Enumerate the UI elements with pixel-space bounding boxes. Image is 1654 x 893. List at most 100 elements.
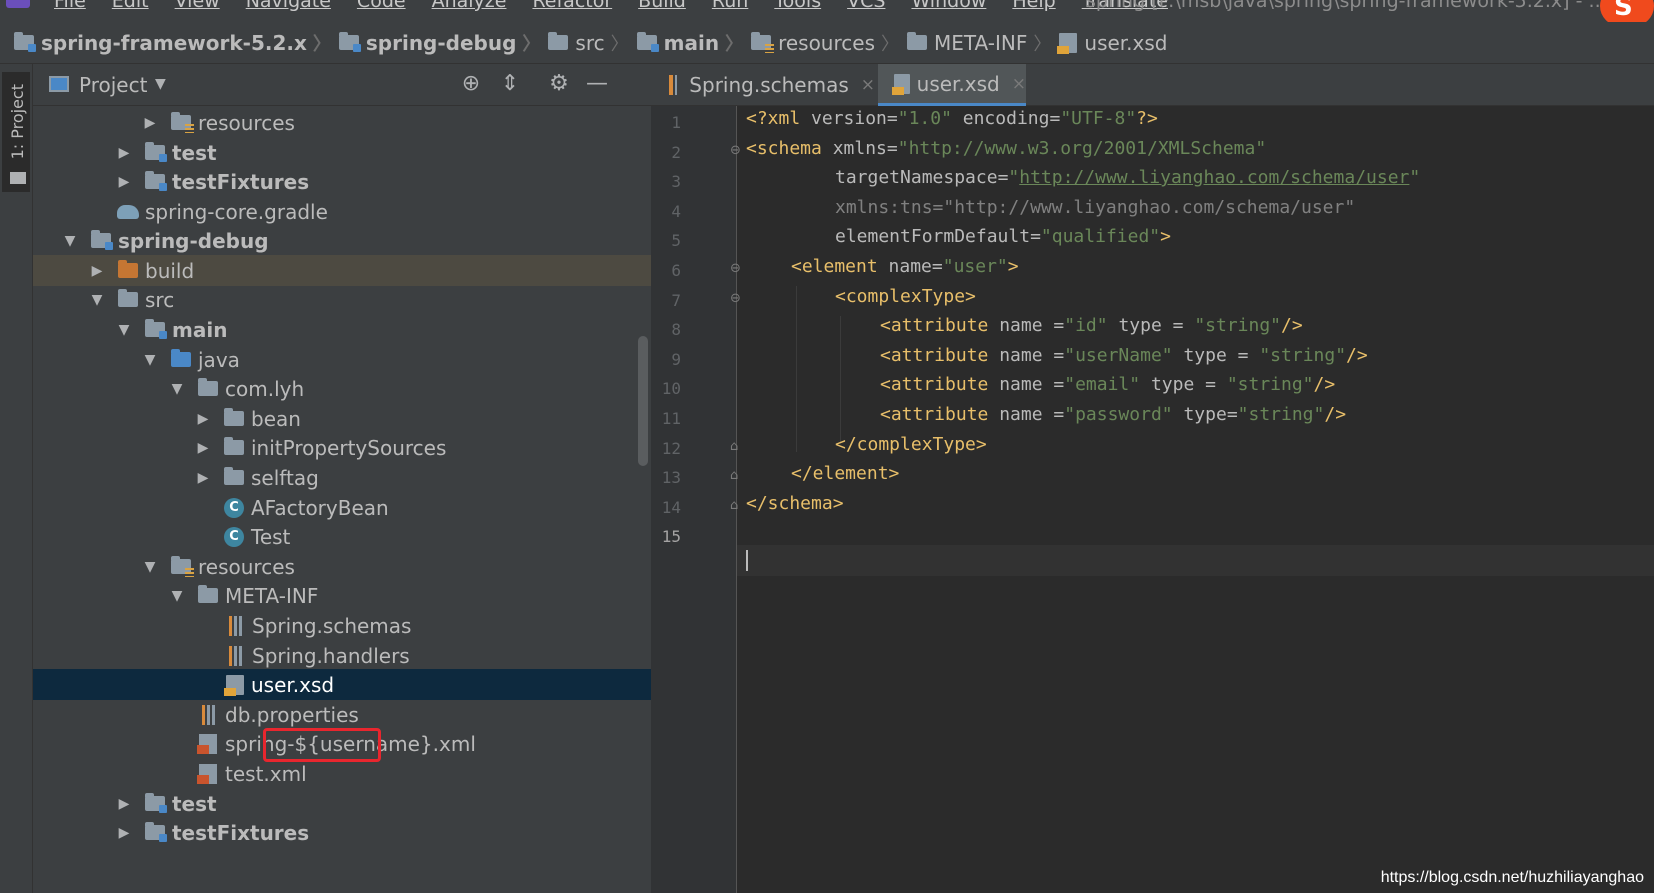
collapse-arrow-icon[interactable]: ▼ [170, 588, 184, 604]
gear-icon[interactable]: ⚙ [547, 72, 571, 96]
expand-arrow-icon[interactable]: ▶ [90, 263, 104, 279]
fold-end-marker-icon[interactable]: ⌂ [730, 499, 742, 513]
chevron-right-icon: 〉 [610, 33, 629, 55]
tree-item-resources[interactable]: ▶ resources [33, 107, 651, 138]
fold-end-marker-icon[interactable]: ⌂ [730, 440, 742, 454]
line-number: 4 [671, 202, 681, 221]
tree-item-afactorybean[interactable]: C AFactoryBean [33, 492, 651, 523]
code-line-12[interactable]: </complexType> [835, 429, 987, 460]
fold-marker-icon[interactable]: ⊖ [730, 262, 742, 276]
close-icon[interactable]: × [861, 75, 875, 95]
code-line-10[interactable]: <attribute name ="email" type = "string"… [880, 369, 1335, 400]
menu-code[interactable]: Code [357, 0, 406, 12]
tree-scrollbar[interactable] [638, 336, 648, 466]
package-icon [224, 408, 244, 426]
tree-item-spring-debug[interactable]: ▼ spring-debug [33, 225, 651, 256]
breadcrumb-item[interactable]: META-INF 〉 [907, 30, 1059, 56]
expand-arrow-icon[interactable]: ▶ [196, 440, 210, 456]
tab-user-xsd[interactable]: user.xsd × [878, 64, 1026, 106]
code-line-14[interactable]: </schema> [746, 488, 844, 519]
menu-view[interactable]: View [175, 0, 220, 12]
menu-help[interactable]: Help [1012, 0, 1055, 12]
tree-item-selftag[interactable]: ▶ selftag [33, 462, 651, 493]
menu-analyze[interactable]: Analyze [432, 0, 507, 12]
menu-window[interactable]: Window [911, 0, 986, 12]
collapse-arrow-icon[interactable]: ▼ [63, 233, 77, 249]
expand-arrow-icon[interactable]: ▶ [117, 796, 131, 812]
close-icon[interactable]: × [1012, 74, 1026, 94]
breadcrumb-item[interactable]: resources 〉 [751, 30, 907, 56]
tree-item-spring-schemas[interactable]: Spring.schemas [33, 610, 651, 641]
expand-arrow-icon[interactable]: ▶ [117, 174, 131, 190]
tree-item-initpropertysources[interactable]: ▶ initPropertySources [33, 432, 651, 463]
code-line-9[interactable]: <attribute name ="userName" type = "stri… [880, 340, 1368, 371]
menu-refactor[interactable]: Refactor [532, 0, 612, 12]
tree-item-testfixtures[interactable]: ▶ testFixtures [33, 166, 651, 197]
caret-down-icon[interactable]: ▼ [155, 76, 166, 92]
tree-item-db-properties[interactable]: db.properties [33, 699, 651, 730]
code-line-11[interactable]: <attribute name ="password" type="string… [880, 399, 1346, 430]
menu-run[interactable]: Run [712, 0, 748, 12]
collapse-arrow-icon[interactable]: ▼ [117, 322, 131, 338]
tree-item-testfixtures-module[interactable]: ▶ testFixtures [33, 817, 651, 848]
code-line-4[interactable]: xmlns:tns="http://www.liyanghao.com/sche… [835, 192, 1355, 223]
breadcrumb-item[interactable]: src 〉 [548, 30, 636, 56]
tree-item-meta-inf[interactable]: ▼ META-INF [33, 580, 651, 611]
expand-arrow-icon[interactable]: ▶ [117, 825, 131, 841]
code-line-5[interactable]: elementFormDefault="qualified"> [835, 221, 1171, 252]
expand-arrow-icon[interactable]: ▶ [143, 115, 157, 131]
breadcrumb-item[interactable]: spring-debug 〉 [338, 30, 549, 56]
tag-close: </element> [791, 463, 900, 484]
menu-vcs[interactable]: VCS [847, 0, 885, 12]
code-line-1[interactable]: <?xml version="1.0" encoding="UTF-8"?> [746, 103, 1158, 134]
menu-file[interactable]: File [54, 0, 86, 12]
expand-arrow-icon[interactable]: ▶ [196, 470, 210, 486]
fold-marker-icon[interactable]: ⊖ [730, 144, 742, 158]
tree-item-main[interactable]: ▼ main [33, 314, 651, 345]
expand-arrow-icon[interactable]: ▶ [196, 411, 210, 427]
attr-value: "qualified" [1040, 226, 1161, 247]
tree-item-com-lyh[interactable]: ▼ com.lyh [33, 373, 651, 404]
code-line-2[interactable]: <schema xmlns="http://www.w3.org/2001/XM… [746, 133, 1266, 164]
menu-edit[interactable]: Edit [112, 0, 149, 12]
menu-tools[interactable]: Tools [774, 0, 821, 12]
code-line-3[interactable]: targetNamespace="http://www.liyanghao.co… [835, 162, 1420, 193]
tree-item-test-class[interactable]: C Test [33, 521, 651, 552]
tree-item-src[interactable]: ▼ src [33, 284, 651, 315]
tree-item-test-module[interactable]: ▶ test [33, 788, 651, 819]
project-tool-button[interactable]: 1: Project [2, 72, 30, 192]
tree-item-bean[interactable]: ▶ bean [33, 403, 651, 434]
equals: = [1053, 404, 1065, 425]
tree-item-spring-core-gradle[interactable]: spring-core.gradle [33, 196, 651, 227]
collapse-arrow-icon[interactable]: ▼ [143, 559, 157, 575]
code-line-13[interactable]: </element> [791, 458, 899, 489]
tree-item-resources-main[interactable]: ▼ resources [33, 551, 651, 582]
collapse-arrow-icon[interactable]: ▼ [143, 352, 157, 368]
tree-item-test[interactable]: ▶ test [33, 137, 651, 168]
tree-item-build[interactable]: ▶ build [33, 255, 651, 286]
tree-item-spring-handlers[interactable]: Spring.handlers [33, 640, 651, 671]
code-line-6[interactable]: <element name="user"> [791, 251, 1019, 282]
fold-end-marker-icon[interactable]: ⌂ [730, 469, 742, 483]
project-view-selector[interactable]: Project [79, 73, 147, 97]
code-line-8[interactable]: <attribute name ="id" type = "string"/> [880, 310, 1303, 341]
expand-arrow-icon[interactable]: ▶ [117, 145, 131, 161]
minimize-icon[interactable]: — [585, 72, 609, 96]
tree-item-test-xml[interactable]: test.xml [33, 758, 651, 789]
collapse-arrow-icon[interactable]: ▼ [90, 292, 104, 308]
namespace-link[interactable]: http://www.liyanghao.com/schema/user [1019, 167, 1409, 188]
code-line-7[interactable]: <complexType> [835, 281, 976, 312]
collapse-all-icon[interactable]: ⇕ [498, 72, 522, 96]
menu-navigate[interactable]: Navigate [246, 0, 331, 12]
tree-item-user-xsd[interactable]: user.xsd [33, 669, 651, 700]
menu-build[interactable]: Build [638, 0, 686, 12]
collapse-arrow-icon[interactable]: ▼ [170, 381, 184, 397]
fold-marker-icon[interactable]: ⊖ [730, 292, 742, 306]
tree-item-java[interactable]: ▼ java [33, 344, 651, 375]
breadcrumb-item[interactable]: spring-framework-5.2.x 〉 [14, 30, 339, 56]
breadcrumb-item[interactable]: user.xsd [1057, 31, 1168, 55]
tab-spring-schemas[interactable]: Spring.schemas × [651, 64, 875, 106]
indent-guide [796, 286, 797, 452]
breadcrumb-item[interactable]: main 〉 [636, 30, 751, 56]
locate-target-icon[interactable]: ⊕ [459, 72, 483, 96]
